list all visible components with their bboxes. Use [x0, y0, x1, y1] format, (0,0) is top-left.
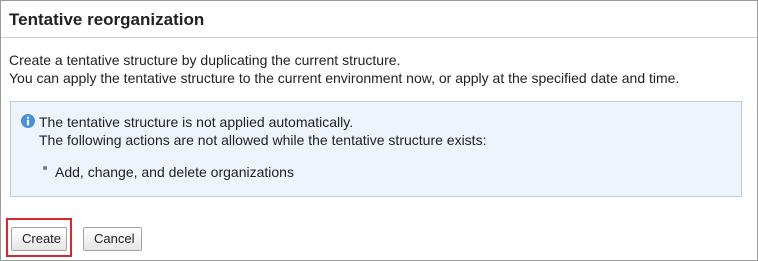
cancel-button[interactable]: Cancel: [83, 227, 142, 251]
reorganization-panel: Tentative reorganization Create a tentat…: [0, 0, 758, 261]
notice-line-1: The tentative structure is not applied a…: [39, 114, 354, 130]
bullet-icon: [43, 166, 47, 170]
list-item: Add, change, and delete organizations: [43, 163, 294, 181]
create-button[interactable]: Create: [11, 227, 67, 251]
description-line-2: You can apply the tentative structure to…: [9, 70, 680, 86]
info-notice: The tentative structure is not applied a…: [10, 101, 742, 197]
list-item-label: Add, change, and delete organizations: [55, 164, 294, 180]
info-icon: [21, 114, 35, 128]
title-divider: [1, 37, 757, 38]
description-line-1: Create a tentative structure by duplicat…: [9, 52, 401, 68]
description: Create a tentative structure by duplicat…: [9, 51, 679, 87]
notice-line-2: The following actions are not allowed wh…: [39, 132, 487, 148]
page-title: Tentative reorganization: [9, 10, 205, 29]
